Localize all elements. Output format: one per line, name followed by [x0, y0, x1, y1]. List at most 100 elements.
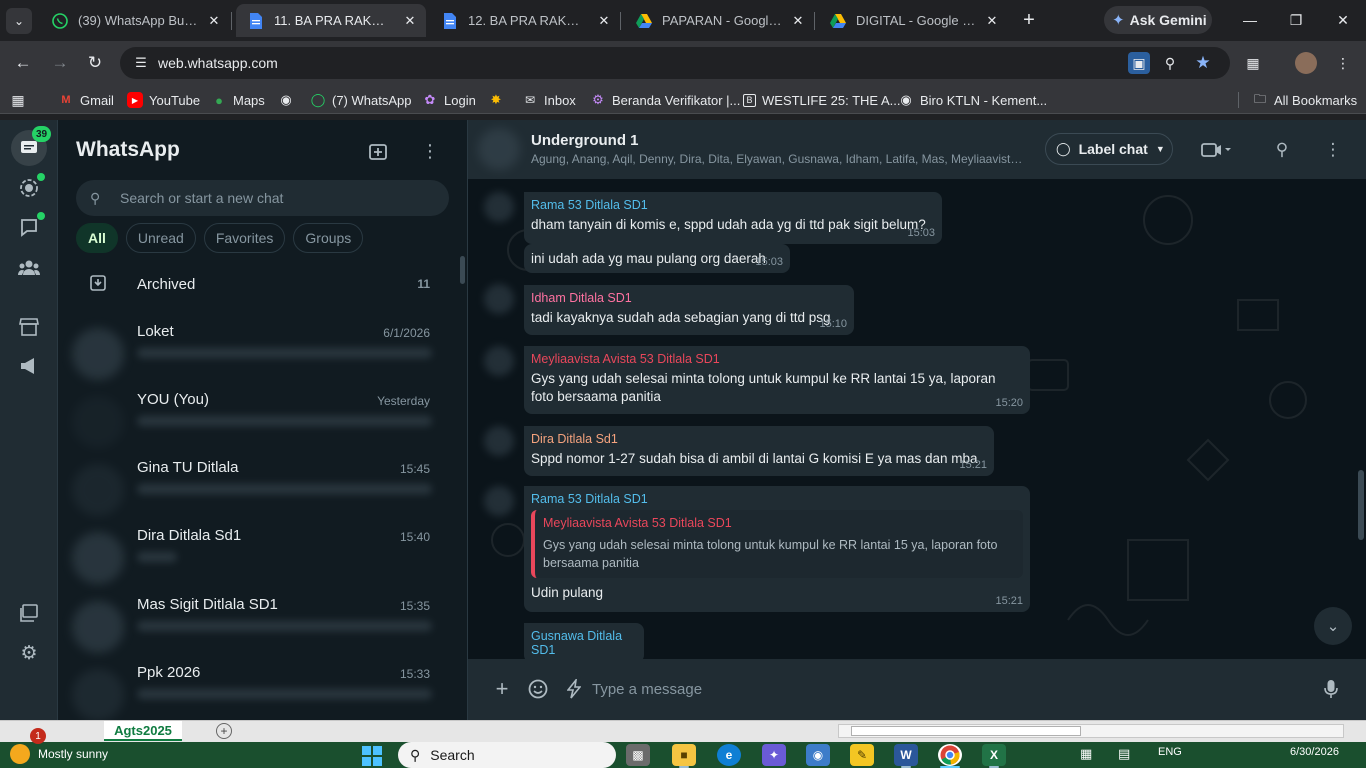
- weather-widget[interactable]: Mostly sunny: [10, 744, 108, 764]
- scrollbar-thumb[interactable]: [851, 726, 1081, 736]
- label-chat-button[interactable]: ◯ Label chat ▼: [1045, 133, 1173, 165]
- bookmark-beranda-verifikator[interactable]: ⚙ Beranda Verifikator |...: [590, 91, 740, 109]
- back-button[interactable]: ←: [9, 49, 37, 77]
- minimize-button[interactable]: —: [1237, 8, 1263, 32]
- layout-icon[interactable]: ▤: [1118, 746, 1130, 762]
- chat-search-box[interactable]: ⚲: [76, 180, 449, 216]
- chat-list-item[interactable]: Gina TU Ditlala 15:45: [58, 454, 450, 522]
- chrome-icon[interactable]: [938, 744, 962, 766]
- taskbar-search[interactable]: ⚲ Search: [398, 742, 616, 768]
- search-icon[interactable]: ⚲: [1269, 137, 1295, 163]
- extensions-icon[interactable]: ▦: [1242, 52, 1264, 74]
- video-call-icon[interactable]: [1196, 137, 1236, 163]
- chat-list-item[interactable]: Loket 6/1/2026: [58, 318, 450, 386]
- message-bubble[interactable]: Dira Ditlala Sd1 Sppd nomor 1-27 sudah b…: [524, 426, 994, 476]
- filter-favorites[interactable]: Favorites: [203, 223, 286, 253]
- language-indicator[interactable]: ENG: [1158, 746, 1182, 758]
- site-info-icon[interactable]: ☰: [128, 55, 154, 71]
- chat-list-item[interactable]: Dira Ditlala Sd1 15:40: [58, 522, 450, 590]
- tab-paparan-drive[interactable]: PAPARAN - Google Drive ✕: [624, 4, 814, 37]
- attach-plus-icon[interactable]: +: [488, 675, 516, 703]
- install-app-icon[interactable]: ▣: [1128, 52, 1150, 74]
- edge-browser-icon[interactable]: e: [717, 744, 741, 766]
- tab-search-button[interactable]: ⌄: [6, 8, 32, 34]
- keyboard-icon[interactable]: ▦: [1080, 746, 1092, 762]
- message-bubble[interactable]: Idham Ditlala SD1 tadi kayaknya sudah ad…: [524, 285, 854, 335]
- tab-digital-drive[interactable]: DIGITAL - Google Drive ✕: [818, 4, 1008, 37]
- message-bubble[interactable]: ini udah ada yg mau pulang org daerah 15…: [524, 244, 790, 273]
- chat-list-item[interactable]: Ppk 2026 15:33: [58, 659, 450, 727]
- bookmark-globe[interactable]: ◉: [278, 91, 300, 109]
- profile-avatar[interactable]: [1295, 52, 1317, 74]
- all-bookmarks-button[interactable]: 🗀 All Bookmarks: [1252, 91, 1357, 109]
- chrome-menu-icon[interactable]: ⋮: [1332, 52, 1354, 74]
- close-window-button[interactable]: ✕: [1330, 8, 1356, 32]
- file-explorer-icon[interactable]: ■: [672, 744, 696, 766]
- scroll-to-bottom-button[interactable]: ⌄: [1314, 607, 1352, 645]
- restore-button[interactable]: ❐: [1283, 8, 1309, 32]
- close-icon[interactable]: ✕: [402, 13, 418, 29]
- media-gallery-icon[interactable]: [15, 599, 43, 627]
- settings-gear-icon[interactable]: ⚙: [15, 639, 43, 667]
- bookmark-apps[interactable]: ▦: [10, 91, 32, 109]
- bookmark-pinwheel[interactable]: ✸: [488, 91, 510, 109]
- new-tab-button[interactable]: +: [1018, 9, 1040, 31]
- broadcast-megaphone-icon[interactable]: [15, 352, 43, 380]
- tab-ba-pra-rakor-11[interactable]: 11. BA PRA RAKOR PERJADIN ✕: [236, 4, 426, 37]
- conversation-header[interactable]: Underground 1 Agung, Anang, Aqil, Denny,…: [468, 120, 1366, 179]
- excel-icon[interactable]: X: [982, 744, 1006, 766]
- message-bubble[interactable]: Meyliaavista Avista 53 Ditlala SD1 Gys y…: [524, 346, 1030, 414]
- horizontal-scrollbar[interactable]: [838, 724, 1344, 738]
- sheet-tab[interactable]: Agts2025: [104, 721, 182, 741]
- close-icon[interactable]: ✕: [790, 13, 806, 29]
- bookmark-westlife[interactable]: B WESTLIFE 25: THE A...: [743, 91, 900, 109]
- filter-unread[interactable]: Unread: [125, 223, 196, 253]
- tab-ba-pra-rakor-12[interactable]: 12. BA PRA RAKOR PERJADIN ✕: [430, 4, 620, 37]
- close-icon[interactable]: ✕: [984, 13, 1000, 29]
- bookmark-gmail[interactable]: M Gmail: [58, 91, 114, 109]
- copilot-icon[interactable]: ✦: [762, 744, 786, 766]
- microphone-icon[interactable]: [1317, 675, 1345, 703]
- communities-icon[interactable]: [15, 253, 43, 281]
- catalog-store-icon[interactable]: [15, 313, 43, 341]
- message-bubble[interactable]: Rama 53 Ditlala SD1 dham tanyain di komi…: [524, 192, 942, 244]
- tab-whatsapp[interactable]: (39) WhatsApp Business ✕: [40, 4, 230, 37]
- menu-kebab-icon[interactable]: ⋮: [1320, 137, 1346, 163]
- bookmark-login[interactable]: ✿ Login: [422, 91, 476, 109]
- chat-list-item[interactable]: Mas Sigit Ditlala SD1 15:35: [58, 591, 450, 659]
- archived-row[interactable]: Archived 11: [58, 266, 450, 302]
- sticky-notes-icon[interactable]: ✎: [850, 744, 874, 766]
- emoji-icon[interactable]: [524, 675, 552, 703]
- address-bar[interactable]: ☰ web.whatsapp.com: [120, 47, 1230, 79]
- new-chat-icon[interactable]: [366, 138, 392, 164]
- bookmark-whatsapp[interactable]: ◯ (7) WhatsApp: [310, 91, 412, 109]
- ask-gemini-button[interactable]: ✦ Ask Gemini: [1104, 6, 1212, 34]
- quick-reply-bolt-icon[interactable]: [560, 675, 588, 703]
- filter-groups[interactable]: Groups: [293, 223, 364, 253]
- zoom-icon[interactable]: ⚲: [1159, 52, 1181, 74]
- message-bubble[interactable]: Rama 53 Ditlala SD1 Meyliaavista Avista …: [524, 486, 1030, 612]
- chat-list-item[interactable]: YOU (You) Yesterday: [58, 386, 450, 454]
- bookmark-inbox[interactable]: ✉ Inbox: [522, 91, 576, 109]
- message-input[interactable]: [592, 675, 1292, 703]
- search-input[interactable]: [120, 190, 449, 206]
- message-bubble[interactable]: Gusnawa Ditlala SD1: [524, 623, 644, 663]
- windows-start-icon[interactable]: [362, 746, 382, 766]
- add-sheet-icon[interactable]: +: [216, 723, 232, 739]
- bookmark-star-icon[interactable]: ★: [1192, 52, 1214, 74]
- bookmark-maps[interactable]: ● Maps: [211, 91, 265, 109]
- quoted-message[interactable]: Meyliaavista Avista 53 Ditlala SD1 Gys y…: [531, 510, 1023, 578]
- clock-date[interactable]: 6/30/2026: [1290, 746, 1339, 758]
- chat-list-scrollbar[interactable]: [460, 256, 465, 284]
- word-icon[interactable]: W: [894, 744, 918, 766]
- conversation-scrollbar[interactable]: [1358, 470, 1364, 540]
- filter-all[interactable]: All: [76, 223, 118, 253]
- forward-button[interactable]: →: [46, 49, 74, 77]
- task-view-icon[interactable]: ▩: [626, 744, 650, 766]
- bookmark-youtube[interactable]: ▶ YouTube: [127, 91, 200, 109]
- close-icon[interactable]: ✕: [596, 13, 612, 29]
- bookmark-biro-ktln[interactable]: ◉ Biro KTLN - Kement...: [898, 91, 1047, 109]
- close-icon[interactable]: ✕: [206, 13, 222, 29]
- camera-icon[interactable]: ◉: [806, 744, 830, 766]
- reload-button[interactable]: ↻: [81, 49, 109, 77]
